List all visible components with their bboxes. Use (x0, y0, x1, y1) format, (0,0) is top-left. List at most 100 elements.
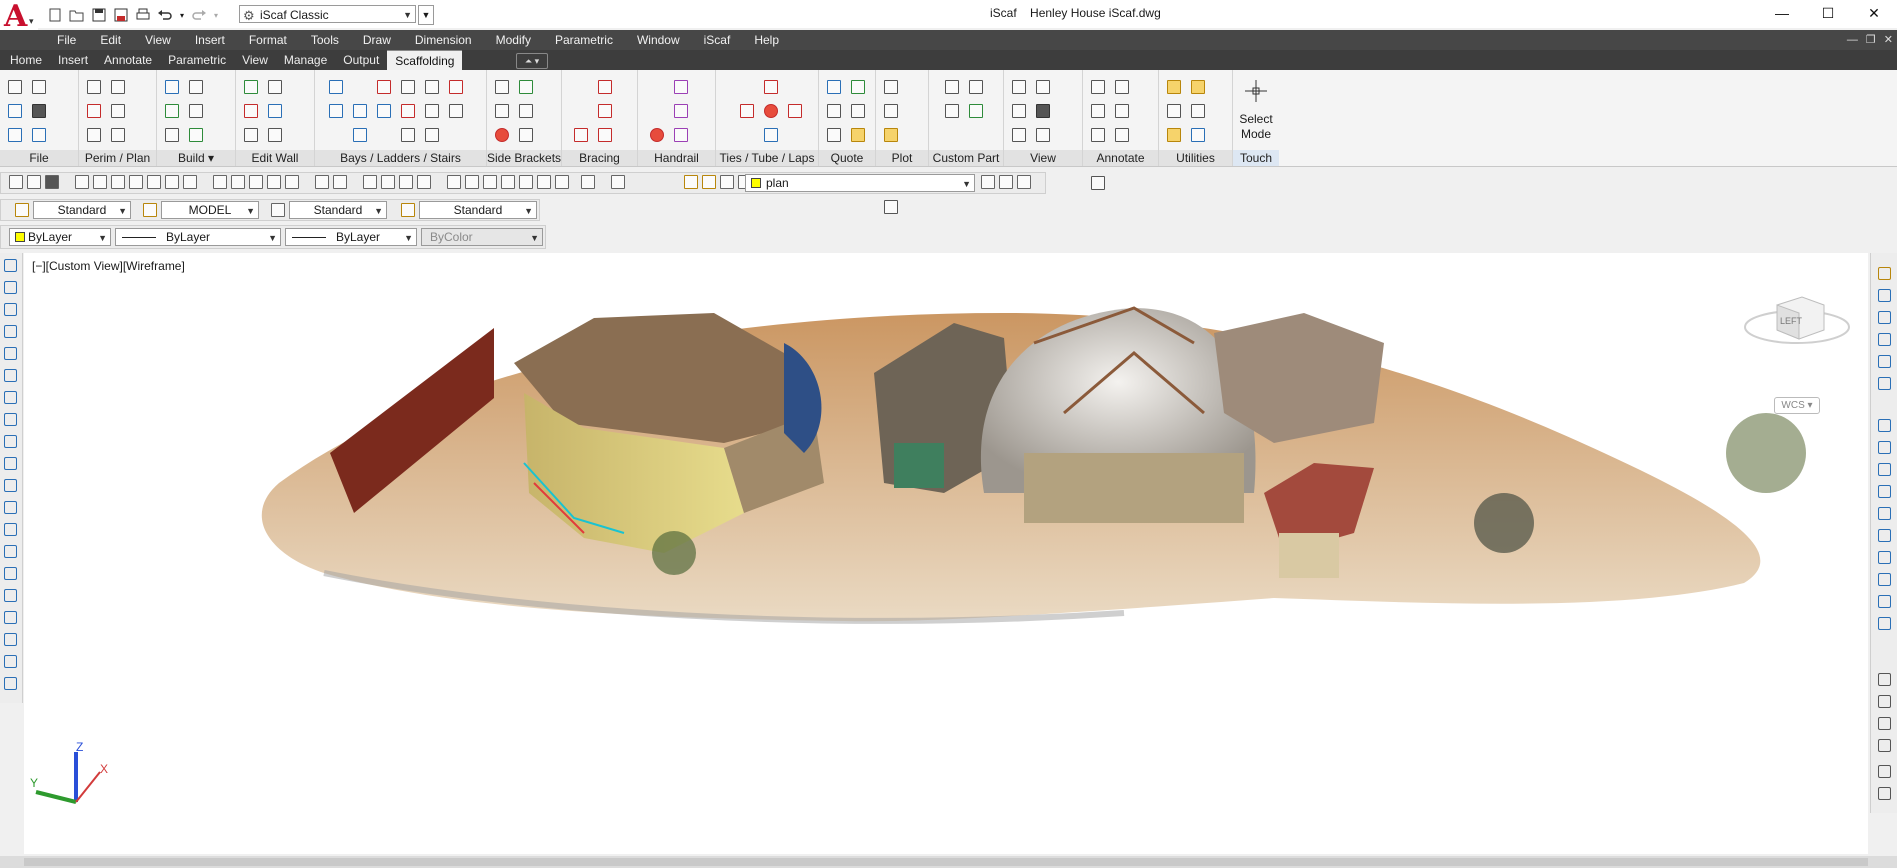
tube-icon[interactable] (764, 80, 778, 94)
rotate-tool-icon[interactable] (1878, 419, 1891, 432)
bay-clear-icon[interactable] (401, 104, 415, 118)
numbering-icon[interactable] (165, 128, 179, 142)
select-mode-button[interactable]: Select Mode Touch (1233, 70, 1279, 166)
menu-insert[interactable]: Insert (183, 30, 237, 50)
ladder-icon[interactable] (401, 80, 415, 94)
arc-tool-icon[interactable] (4, 369, 17, 382)
brace-right-icon[interactable] (598, 128, 612, 142)
bracket4-icon[interactable] (519, 104, 533, 118)
open-icon[interactable] (27, 175, 41, 189)
ellipse-tool-icon[interactable] (4, 457, 17, 470)
gradient-tool-icon[interactable] (4, 589, 17, 602)
save-as-icon[interactable] (112, 6, 130, 24)
preview-icon[interactable] (93, 175, 107, 189)
design-center-icon[interactable] (183, 175, 197, 189)
stair3-icon[interactable] (425, 128, 439, 142)
properties-icon[interactable] (447, 175, 461, 189)
brace-left-icon[interactable] (598, 104, 612, 118)
tie-remove-icon[interactable] (764, 104, 778, 118)
copy-tool-icon[interactable] (1878, 289, 1891, 302)
lap-icon[interactable] (788, 104, 802, 118)
tab-parametric[interactable]: Parametric (160, 50, 234, 70)
bring-above-icon[interactable] (1878, 739, 1891, 752)
mirror-tool-icon[interactable] (1878, 311, 1891, 324)
handrail-icon[interactable] (674, 80, 688, 94)
bay-grid-icon[interactable] (449, 80, 463, 94)
lap-move-icon[interactable] (764, 128, 778, 142)
erase-tool-icon[interactable] (1878, 267, 1891, 280)
part4-icon[interactable] (969, 104, 983, 118)
customize-qat-button[interactable]: ▼ (418, 5, 434, 25)
part-icon[interactable] (945, 80, 959, 94)
layer-manager-icon[interactable] (611, 175, 625, 189)
polygon-tool-icon[interactable] (4, 325, 17, 338)
tab-annotate[interactable]: Annotate (96, 50, 160, 70)
ladder3-icon[interactable] (401, 128, 415, 142)
trim-tool-icon[interactable] (1878, 485, 1891, 498)
measure2-icon[interactable] (1167, 128, 1181, 142)
perimeter-icon[interactable] (87, 80, 101, 94)
mtext-tool-icon[interactable] (4, 655, 17, 668)
brace-icon[interactable] (598, 80, 612, 94)
line-icon[interactable] (111, 104, 125, 118)
dim-style-dropdown[interactable]: MODEL ▼ (161, 201, 259, 219)
menu-dimension[interactable]: Dimension (403, 30, 484, 50)
quote-edit-icon[interactable] (851, 80, 865, 94)
break-tool-icon[interactable] (1878, 529, 1891, 542)
tab-output[interactable]: Output (335, 50, 387, 70)
match-properties-icon[interactable] (285, 175, 299, 189)
menu-tools[interactable]: Tools (299, 30, 351, 50)
calculator-icon[interactable] (555, 175, 569, 189)
wall-split-icon[interactable] (268, 104, 282, 118)
text-icon[interactable] (1091, 80, 1105, 94)
save-all-icon[interactable] (8, 128, 22, 142)
stair-icon[interactable] (425, 80, 439, 94)
close-button[interactable]: ✕ (1851, 0, 1897, 26)
offset-tool-icon[interactable] (1878, 333, 1891, 346)
layer-lock-icon[interactable] (720, 175, 734, 189)
check-icon[interactable] (189, 128, 203, 142)
zoom-realtime-icon[interactable] (381, 175, 395, 189)
horizontal-scrollbar[interactable] (24, 858, 1868, 866)
undo-icon[interactable] (156, 6, 174, 24)
part2-icon[interactable] (969, 80, 983, 94)
wcs-dropdown[interactable]: WCS ▾ (1774, 397, 1820, 414)
tab-home[interactable]: Home (2, 50, 50, 70)
redo-icon[interactable] (333, 175, 347, 189)
wall-edit-icon[interactable] (268, 80, 282, 94)
tab-manage[interactable]: Manage (276, 50, 335, 70)
viewcube[interactable]: LEFT (1742, 285, 1852, 358)
undo-dropdown-icon[interactable]: ▾ (178, 6, 186, 24)
add-selected-icon[interactable] (4, 677, 17, 690)
minimize-button[interactable]: — (1759, 0, 1805, 26)
connector-icon[interactable] (189, 104, 203, 118)
no-entry-icon[interactable] (1115, 128, 1129, 142)
stretch-tool-icon[interactable] (1878, 463, 1891, 476)
insert-block-icon[interactable] (4, 501, 17, 514)
qnew-icon[interactable] (9, 175, 23, 189)
mleader-style-dropdown[interactable]: Standard ▼ (419, 201, 537, 219)
color-dropdown[interactable]: ByLayer ▼ (9, 228, 111, 246)
bring-front-icon[interactable] (1878, 695, 1891, 708)
ellipse-arc-tool-icon[interactable] (4, 479, 17, 492)
3d-dwf-icon[interactable] (129, 175, 143, 189)
table-tool-icon[interactable] (4, 633, 17, 646)
tool-palettes-icon[interactable] (483, 175, 497, 189)
drawing-viewport[interactable] (24, 253, 1868, 854)
polyline-tool-icon[interactable] (4, 303, 17, 316)
handrail-remove-icon[interactable] (650, 128, 664, 142)
menu-parametric[interactable]: Parametric (543, 30, 625, 50)
bay-up-icon[interactable] (329, 80, 343, 94)
rectangle-icon[interactable] (87, 128, 101, 142)
sheet-set-mgr-icon[interactable] (501, 175, 515, 189)
bay-down-icon[interactable] (353, 128, 367, 142)
circle-dim-icon[interactable] (1091, 128, 1105, 142)
bay-right-icon[interactable] (377, 104, 391, 118)
paste-block-icon[interactable] (267, 175, 281, 189)
table-style-dropdown[interactable]: Standard ▼ (289, 201, 387, 219)
menu-draw[interactable]: Draw (351, 30, 403, 50)
move-icon[interactable] (1167, 104, 1181, 118)
maximize-button[interactable]: ☐ (1805, 0, 1851, 26)
ladder2-icon[interactable] (425, 104, 439, 118)
markup-icon[interactable] (519, 175, 533, 189)
